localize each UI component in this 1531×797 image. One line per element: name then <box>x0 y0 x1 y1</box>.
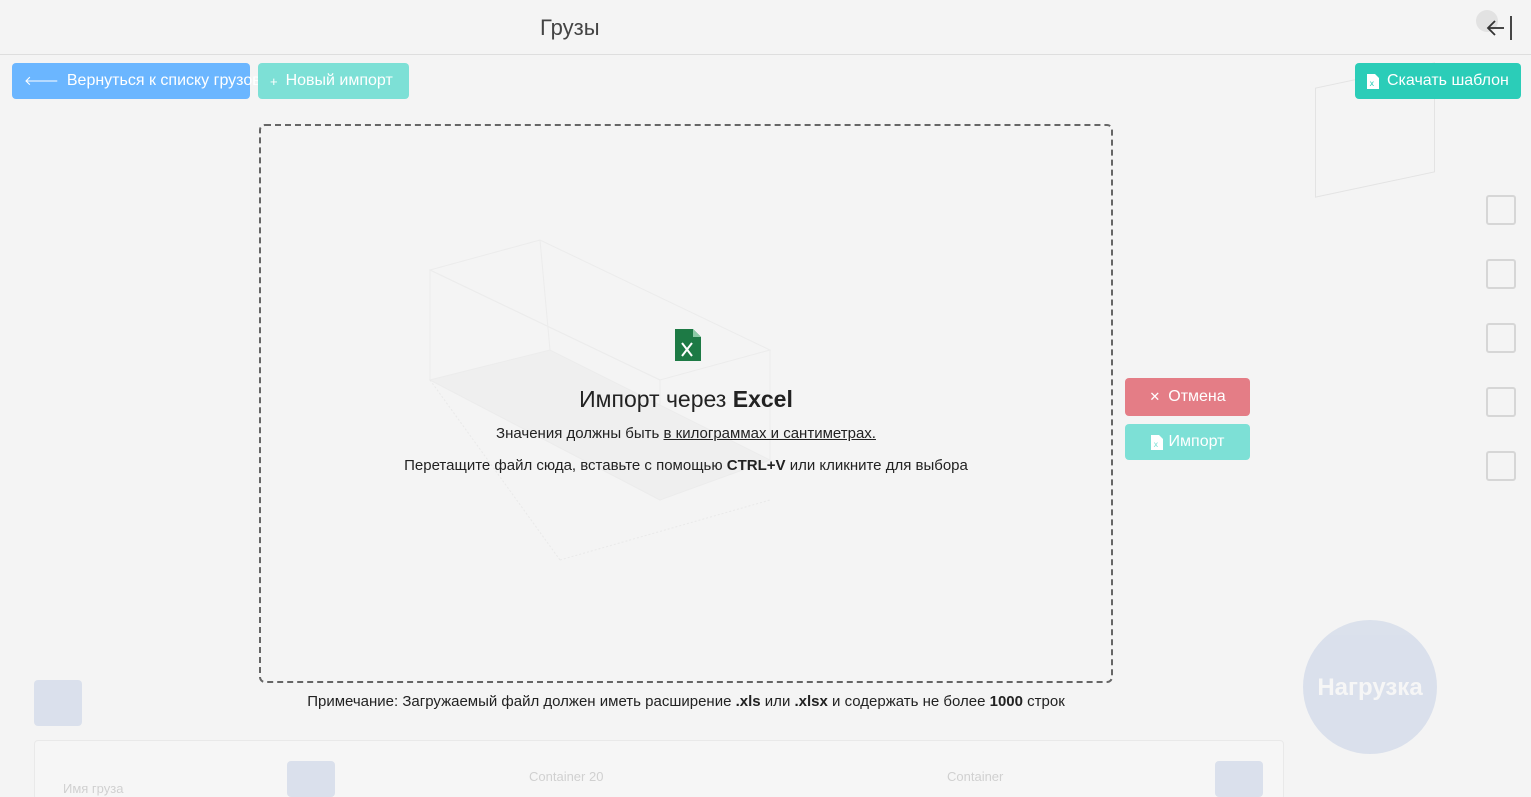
units-link: в килограммах и сантиметрах. <box>663 425 876 442</box>
header: Грузы <box>0 0 1531 55</box>
background-table-block <box>1215 761 1263 797</box>
back-to-list-button[interactable]: 🡐 Вернуться к списку грузов <box>12 63 261 99</box>
excel-file-icon: x <box>1367 73 1379 89</box>
plus-icon: + <box>270 73 278 89</box>
back-button-label: Вернуться к списку грузов <box>66 72 261 89</box>
close-icon: ✕ <box>1149 389 1161 404</box>
background-table-block <box>287 761 335 797</box>
hint-suffix: или кликните для выбора <box>785 457 968 474</box>
new-import-button[interactable]: + Новый импорт <box>258 63 409 99</box>
page: Нагрузка Имя груза Container 20 Containe… <box>0 0 1531 797</box>
weight-icon <box>1486 195 1516 225</box>
background-load-circle <box>1303 620 1437 754</box>
note-ext-xls: .xls <box>735 693 761 710</box>
svg-text:x: x <box>1153 440 1158 449</box>
import-label: Импорт <box>1168 433 1225 450</box>
file-dropzone[interactable]: Импорт через Excel Значения должны быть … <box>259 124 1113 683</box>
note-limit: 1000 <box>989 693 1023 710</box>
background-table-col1: Имя груза <box>63 781 124 796</box>
new-import-label: Новый импорт <box>285 72 393 89</box>
background-load-label: Нагрузка <box>1317 674 1423 701</box>
background-table: Имя груза Container 20 Container <box>34 740 1284 797</box>
note-prefix: Примечание: Загружаемый файл должен имет… <box>307 693 736 710</box>
dropzone-title-prefix: Импорт через <box>579 386 733 412</box>
note-mid: или <box>760 693 795 710</box>
file-note: Примечание: Загружаемый файл должен имет… <box>259 693 1113 710</box>
units-prefix: Значения должны быть <box>496 425 664 442</box>
background-table-col2: Container 20 <box>529 769 604 784</box>
svg-text:x: x <box>1370 79 1375 88</box>
excel-icon <box>675 329 701 361</box>
note-ext-xlsx: .xlsx <box>794 693 828 710</box>
collapse-button[interactable] <box>1476 10 1518 44</box>
hint-shortcut: CTRL+V <box>726 457 786 474</box>
hint-prefix: Перетащите файл сюда, вставьте с помощью <box>404 457 727 474</box>
note-mid2: и содержать не более <box>827 693 990 710</box>
arrow-left-icon: 🡐 <box>24 73 59 88</box>
excel-file-icon: x <box>1150 434 1163 450</box>
dropzone-units-text: Значения должны быть в килограммах и сан… <box>261 425 1111 442</box>
ruler-icon <box>1486 451 1516 481</box>
sort-icon <box>1486 259 1516 289</box>
cancel-button[interactable]: ✕ Отмена <box>1125 378 1250 416</box>
note-suffix: строк <box>1022 693 1065 710</box>
truck-icon <box>1486 387 1516 417</box>
background-table-col3: Container <box>947 769 1004 784</box>
background-square-button <box>34 680 82 726</box>
grid-icon <box>1486 323 1516 353</box>
page-title: Грузы <box>540 15 600 40</box>
cancel-label: Отмена <box>1168 388 1226 405</box>
background-right-toolbar <box>1481 195 1521 515</box>
download-template-label: Скачать шаблон <box>1387 72 1509 89</box>
dropzone-title: Импорт через Excel <box>261 386 1111 413</box>
dropzone-title-excel: Excel <box>732 386 793 412</box>
import-button[interactable]: x Импорт <box>1125 424 1250 460</box>
dropzone-hint: Перетащите файл сюда, вставьте с помощью… <box>261 457 1111 474</box>
collapse-arrow-icon <box>1486 16 1512 40</box>
download-template-button[interactable]: x Скачать шаблон <box>1355 63 1521 99</box>
